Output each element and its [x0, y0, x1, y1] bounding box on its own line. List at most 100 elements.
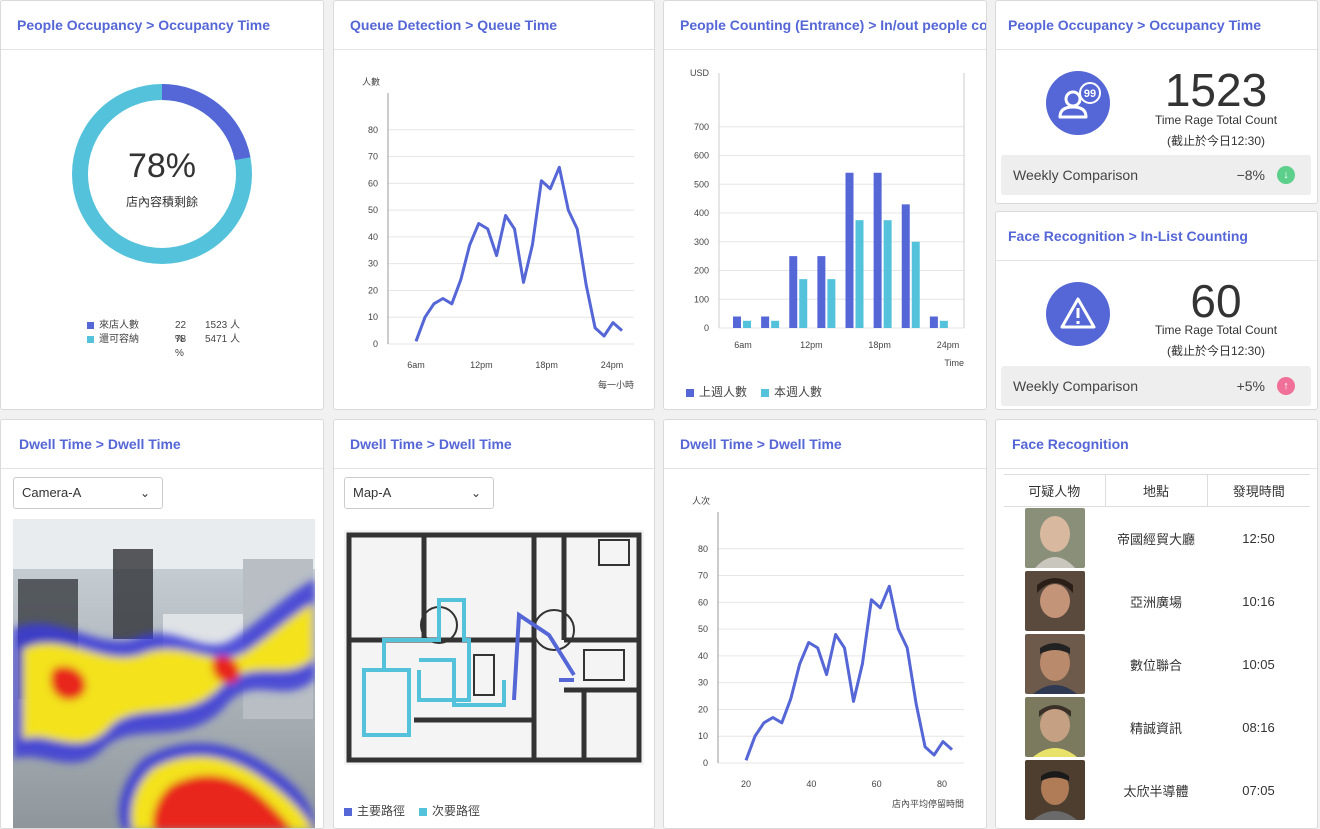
- weekly-comparison: Weekly Comparison +5% ↑: [1001, 366, 1311, 406]
- y-tick-label: 700: [694, 122, 709, 132]
- table-row[interactable]: 精誠資訊 08:16: [1004, 696, 1310, 759]
- bar: [873, 172, 882, 328]
- queue-line-chart: 0 10 20 30 40 50 60 70 80 人數 6am 12pm 18pm 24pm 每一小時: [362, 76, 634, 390]
- y-tick-label: 0: [703, 758, 708, 768]
- badge-count: 99: [1084, 88, 1096, 100]
- time-cell: 12:50: [1242, 530, 1275, 546]
- card-title: Face Recognition > In-List Counting: [996, 212, 1317, 261]
- location-cell: 帝國經貿大廳: [1116, 531, 1195, 547]
- time-cell: 10:05: [1242, 656, 1275, 672]
- card-title: Dwell Time > Dwell Time: [1, 420, 323, 469]
- y-tick-label: 400: [694, 208, 709, 218]
- table-row[interactable]: 太欣半導體 07:05: [1004, 759, 1310, 822]
- time-cell: 07:05: [1242, 782, 1275, 798]
- y-tick-label: 20: [368, 285, 378, 295]
- camera-select-value: Camera-A: [22, 485, 82, 500]
- x-tick-label: 60: [872, 779, 882, 789]
- x-tick-label: 24pm: [937, 340, 960, 350]
- legend-item-last-week: 上週人數: [686, 383, 747, 400]
- card-title: People Counting (Entrance) > In/out peop…: [664, 1, 986, 50]
- map-select[interactable]: Map-A ⌄: [344, 477, 494, 509]
- occupancy-card: People Occupancy > Occupancy Time 78% 店內…: [0, 0, 324, 410]
- x-tick-label: 20: [741, 779, 751, 789]
- counting-legend: 上週人數 本週人數: [686, 383, 822, 400]
- face-recognition-card: Face Recognition 可疑人物 地點 發現時間 帝國經貿大廳 12:…: [995, 419, 1318, 829]
- x-tick-label: 12pm: [470, 360, 493, 370]
- y-tick-label: 0: [373, 339, 378, 349]
- in-list-count: 60: [1190, 275, 1242, 327]
- y-axis-label: 人次: [692, 495, 710, 506]
- legend-item-secondary-path: 次要路徑: [419, 802, 480, 819]
- donut-percent: 78%: [127, 147, 197, 185]
- card-title: Dwell Time > Dwell Time: [334, 420, 654, 469]
- location-cell: 數位聯合: [1129, 657, 1182, 673]
- y-tick-label: 40: [698, 651, 708, 661]
- suspect-photo: [1024, 634, 1085, 694]
- person-badge-icon: 99: [1046, 71, 1110, 135]
- chevron-down-icon: ⌄: [470, 486, 481, 500]
- legend-value: 1523 人: [205, 320, 241, 331]
- legend-swatch: [87, 335, 94, 343]
- suspect-photo: [1024, 571, 1085, 631]
- y-tick-label: 60: [698, 597, 708, 607]
- counting-card: People Counting (Entrance) > In/out peop…: [663, 0, 987, 410]
- y-tick-label: 0: [704, 323, 709, 333]
- bar: [845, 172, 854, 328]
- legend-label: 來店人數: [99, 320, 139, 331]
- y-tick-label: 200: [694, 266, 709, 276]
- time-cell: 10:16: [1242, 593, 1275, 609]
- y-tick-label: 60: [368, 178, 378, 188]
- time-cell: 08:16: [1242, 719, 1275, 735]
- y-tick-label: 80: [368, 125, 378, 135]
- table-row[interactable]: 亞洲廣場 10:16: [1004, 570, 1310, 633]
- total-count-date: (截止於今日12:30): [1166, 134, 1266, 148]
- y-tick-label: 40: [368, 232, 378, 242]
- total-count-label: Time Rage Total Count: [1154, 113, 1278, 127]
- bar: [855, 220, 864, 328]
- y-tick-label: 80: [698, 544, 708, 554]
- x-tick-label: 6am: [407, 360, 425, 370]
- bar: [883, 220, 892, 328]
- camera-select[interactable]: Camera-A ⌄: [13, 477, 163, 509]
- weekly-comparison-value: +5%: [1236, 378, 1265, 394]
- table-row[interactable]: 數位聯合 10:05: [1004, 633, 1310, 696]
- arrow-down-icon: ↓: [1277, 166, 1295, 184]
- x-axis-label: Time: [944, 358, 964, 368]
- legend-row: 還可容納 78 % 5471 人: [87, 333, 257, 359]
- y-tick-label: 300: [694, 237, 709, 247]
- card-title: Queue Detection > Queue Time: [334, 1, 654, 50]
- map-select-value: Map-A: [353, 485, 392, 500]
- x-axis-label: 每一小時: [598, 379, 634, 390]
- card-title: People Occupancy > Occupancy Time: [996, 1, 1317, 50]
- total-count: 1523: [1164, 64, 1268, 116]
- counting-bar-chart: 0 100 200 300 400 500 600 700 USD 6am 12pm 18pm 24pm…: [690, 68, 965, 368]
- location-cell: 太欣半導體: [1123, 783, 1189, 799]
- location-cell: 亞洲廣場: [1129, 594, 1182, 610]
- location-cell: 精誠資訊: [1129, 720, 1182, 736]
- bar: [733, 316, 741, 328]
- warning-icon: [1046, 282, 1110, 346]
- bar: [911, 241, 920, 328]
- dwell-line-chart: 0 10 20 30 40 50 60 70 80 人次 20 40 60 80 店內平均停留時間: [692, 495, 964, 809]
- bar: [799, 279, 808, 328]
- bar: [827, 279, 836, 328]
- y-tick-label: 10: [698, 731, 708, 741]
- bar: [771, 320, 780, 328]
- bar: [761, 316, 770, 328]
- y-axis-label: 人數: [362, 76, 380, 87]
- dwell-chart-card: Dwell Time > Dwell Time 0 10 20 30 40 50 60 70 8…: [663, 419, 987, 829]
- legend-item-this-week: 本週人數: [761, 383, 822, 400]
- face-count-card: Face Recognition > In-List Counting 60 T…: [995, 211, 1318, 410]
- bar: [743, 320, 751, 328]
- donut-center-label: 店內容積剩餘: [125, 195, 198, 209]
- x-tick-label: 12pm: [800, 340, 823, 350]
- legend-pct: 78 %: [175, 334, 187, 359]
- camera-heatmap-image: [13, 519, 315, 828]
- legend-label: 還可容納: [99, 334, 139, 345]
- map-legend: 主要路徑 次要路徑: [344, 802, 480, 819]
- series-line: [414, 165, 623, 342]
- table-row[interactable]: 帝國經貿大廳 12:50: [1004, 507, 1310, 570]
- table-header-row: 可疑人物 地點 發現時間: [1004, 474, 1310, 507]
- x-tick-label: 80: [937, 779, 947, 789]
- in-list-count-label: Time Rage Total Count: [1154, 323, 1278, 337]
